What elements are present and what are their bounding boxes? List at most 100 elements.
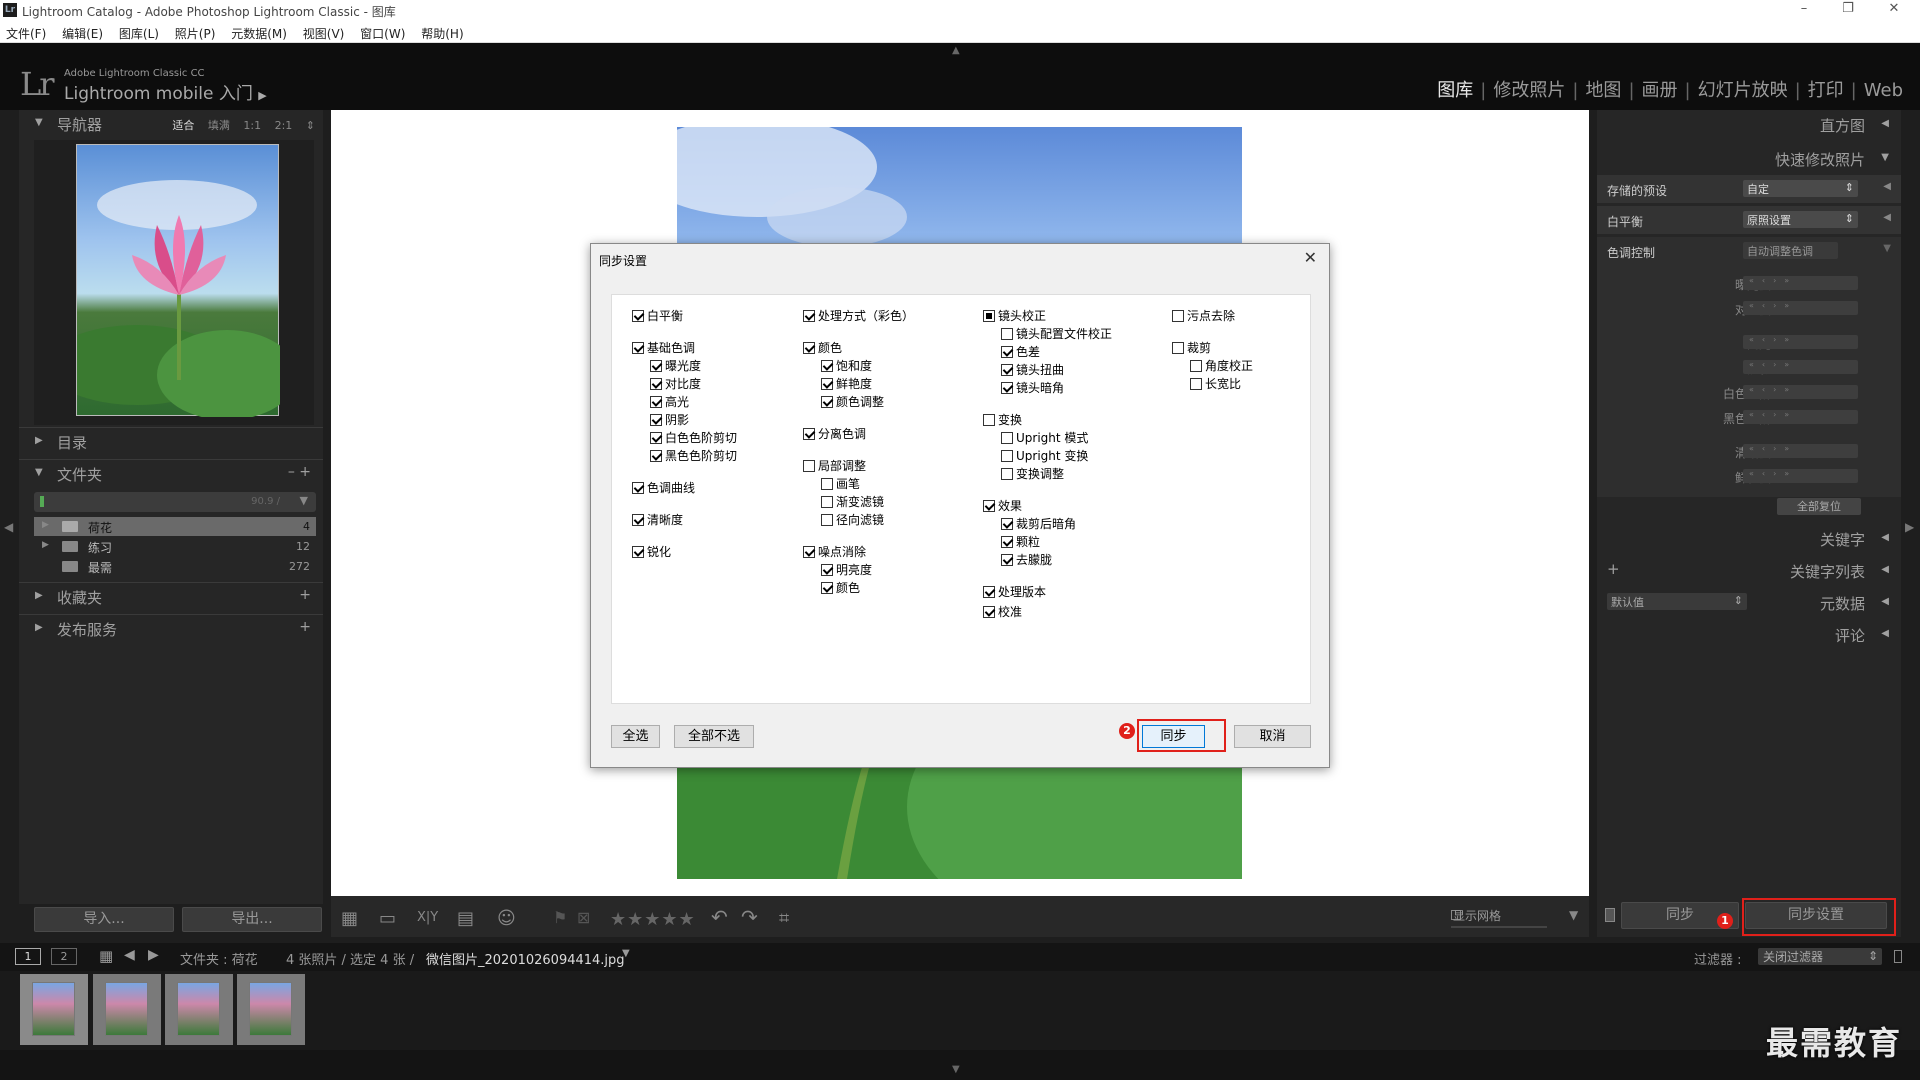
comments-header[interactable]: 评论 ◀ xyxy=(1597,620,1901,648)
publish-add-button[interactable]: + xyxy=(299,619,311,635)
menu-help[interactable]: 帮助(H) xyxy=(415,21,469,42)
volume-bar[interactable]: 90.9 / ▼ xyxy=(34,492,316,512)
filmstrip-thumbnail[interactable] xyxy=(93,974,161,1045)
module-map[interactable]: 地图 xyxy=(1578,80,1628,101)
filmstrip-thumbnail[interactable] xyxy=(165,974,233,1045)
slider-buttons[interactable]: «‹›» xyxy=(1743,301,1858,315)
option-checkbox[interactable]: 处理版本 xyxy=(983,583,1046,600)
publish-header[interactable]: ▶ 发布服务 + xyxy=(19,614,323,642)
option-checkbox[interactable]: 色调曲线 xyxy=(632,479,695,496)
back-arrow-icon[interactable]: ◀ xyxy=(124,947,135,963)
collections-header[interactable]: ▶ 收藏夹 + xyxy=(19,582,323,610)
option-checkbox[interactable]: 裁剪 xyxy=(1172,339,1211,356)
volume-dropdown-icon[interactable]: ▼ xyxy=(300,494,308,507)
menu-photo[interactable]: 照片(P) xyxy=(169,21,222,42)
add-keyword-icon[interactable]: + xyxy=(1607,560,1620,578)
flag-icon[interactable]: ⚑ xyxy=(553,908,567,927)
option-checkbox[interactable]: 色差 xyxy=(1001,343,1040,360)
main-window-button[interactable]: 1 xyxy=(15,948,41,965)
identity-plate[interactable]: Lightroom mobile 入门 ▶ xyxy=(64,79,267,104)
module-print[interactable]: 打印 xyxy=(1801,80,1851,101)
module-library[interactable]: 图库 xyxy=(1430,80,1480,101)
compare-view-icon[interactable]: X|Y xyxy=(417,910,438,925)
auto-tone-button[interactable]: 自动调整色调 xyxy=(1743,242,1838,259)
filter-select[interactable]: 关闭过滤器 ⇕ xyxy=(1758,948,1882,965)
white-balance-select[interactable]: 原照设置 ⇕ xyxy=(1743,211,1858,228)
grid-opacity-slider[interactable] xyxy=(1451,926,1547,928)
zoom-1-1[interactable]: 1:1 xyxy=(243,119,261,132)
option-checkbox[interactable]: 阴影 xyxy=(650,411,689,428)
option-checkbox[interactable]: 明亮度 xyxy=(821,561,872,578)
filmstrip-thumbnail[interactable] xyxy=(20,974,88,1045)
folder-row[interactable]: 最需 272 xyxy=(34,557,316,576)
rotate-right-icon[interactable]: ↷ xyxy=(741,905,758,929)
option-checkbox[interactable]: 校准 xyxy=(983,603,1022,620)
reset-all-button[interactable]: 全部复位 xyxy=(1777,498,1861,515)
collapse-left-arrow-icon[interactable]: ◀ xyxy=(4,520,13,534)
option-checkbox[interactable]: 清晰度 xyxy=(632,511,683,528)
metadata-preset-select[interactable]: 默认值 ⇕ xyxy=(1607,593,1747,610)
filmstrip-filename[interactable]: 微信图片_20201026094414.jpg xyxy=(426,949,625,968)
zoom-2-1[interactable]: 2:1 xyxy=(275,119,293,132)
quick-develop-header[interactable]: 快速修改照片 ▼ xyxy=(1597,144,1901,172)
option-checkbox[interactable]: 鲜艳度 xyxy=(821,375,872,392)
option-checkbox[interactable]: 镜头配置文件校正 xyxy=(1001,325,1112,342)
folders-add-remove[interactable]: – + xyxy=(288,464,311,480)
export-button[interactable]: 导出... xyxy=(182,907,322,932)
folder-row[interactable]: ▶ 荷花 4 xyxy=(34,517,316,536)
module-web[interactable]: Web xyxy=(1857,80,1910,101)
option-checkbox[interactable]: 白平衡 xyxy=(632,307,683,324)
option-checkbox[interactable]: 镜头校正 xyxy=(983,307,1046,324)
option-checkbox[interactable]: 局部调整 xyxy=(803,457,866,474)
collapse-top-arrow-icon[interactable]: ▲ xyxy=(952,45,960,56)
close-window-button[interactable]: ✕ xyxy=(1874,1,1914,19)
filter-lock-icon[interactable] xyxy=(1894,950,1902,963)
option-checkbox[interactable]: 长宽比 xyxy=(1190,375,1241,392)
slider-buttons[interactable]: «‹›» xyxy=(1743,385,1858,399)
option-checkbox[interactable]: 白色色阶剪切 xyxy=(650,429,737,446)
expand-arrow-icon[interactable]: ◀ xyxy=(1883,181,1891,192)
folder-row[interactable]: ▶ 练习 12 xyxy=(34,537,316,556)
zoom-fill[interactable]: 填满 xyxy=(208,119,230,132)
option-checkbox[interactable]: 画笔 xyxy=(821,475,860,492)
expand-triangle-icon[interactable]: ▶ xyxy=(42,540,49,550)
option-checkbox[interactable]: 径向滤镜 xyxy=(821,511,884,528)
survey-view-icon[interactable]: ▤ xyxy=(457,908,474,929)
crop-icon[interactable]: ⌗ xyxy=(779,908,789,929)
second-window-button[interactable]: 2 xyxy=(51,948,77,965)
option-checkbox[interactable]: 颜色 xyxy=(821,579,860,596)
menu-library[interactable]: 图库(L) xyxy=(113,21,165,42)
expand-arrow-icon[interactable]: ◀ xyxy=(1883,212,1891,223)
option-checkbox[interactable]: 锐化 xyxy=(632,543,671,560)
module-book[interactable]: 画册 xyxy=(1635,80,1685,101)
option-checkbox[interactable]: 处理方式（彩色） xyxy=(803,307,914,324)
module-develop[interactable]: 修改照片 xyxy=(1486,80,1572,101)
toolbar-menu-icon[interactable]: ▼ xyxy=(1569,908,1578,922)
option-checkbox[interactable]: 去朦胧 xyxy=(1001,551,1052,568)
option-checkbox[interactable]: 曝光度 xyxy=(650,357,701,374)
rotate-left-icon[interactable]: ↶ xyxy=(711,905,728,929)
option-checkbox[interactable]: 对比度 xyxy=(650,375,701,392)
option-checkbox[interactable]: 渐变滤镜 xyxy=(821,493,884,510)
menu-window[interactable]: 窗口(W) xyxy=(354,21,411,42)
auto-sync-switch[interactable] xyxy=(1605,908,1615,922)
option-checkbox[interactable]: 饱和度 xyxy=(821,357,872,374)
collapse-bottom-arrow-icon[interactable]: ▼ xyxy=(952,1064,960,1075)
option-checkbox[interactable]: 变换 xyxy=(983,411,1022,428)
slider-buttons[interactable]: «‹›» xyxy=(1743,410,1858,424)
filename-dropdown-icon[interactable]: ▼ xyxy=(622,948,630,959)
slider-buttons[interactable]: «‹›» xyxy=(1743,360,1858,374)
option-checkbox[interactable]: 变换调整 xyxy=(1001,465,1064,482)
menu-metadata[interactable]: 元数据(M) xyxy=(225,21,293,42)
keyword-list-header[interactable]: + 关键字列表 ◀ xyxy=(1597,556,1901,584)
select-all-button[interactable]: 全选 xyxy=(611,725,660,748)
option-checkbox[interactable]: 效果 xyxy=(983,497,1022,514)
histogram-header[interactable]: 直方图 ◀ xyxy=(1597,110,1901,138)
dialog-close-icon[interactable]: ✕ xyxy=(1304,248,1317,267)
option-checkbox[interactable]: 黑色色阶剪切 xyxy=(650,447,737,464)
zoom-dropdown-icon[interactable]: ⇕ xyxy=(306,119,315,132)
module-slideshow[interactable]: 幻灯片放映 xyxy=(1691,80,1795,101)
option-checkbox[interactable]: Upright 变换 xyxy=(1001,447,1088,464)
option-checkbox[interactable]: 颜色 xyxy=(803,339,842,356)
navigator-image[interactable] xyxy=(76,144,280,417)
